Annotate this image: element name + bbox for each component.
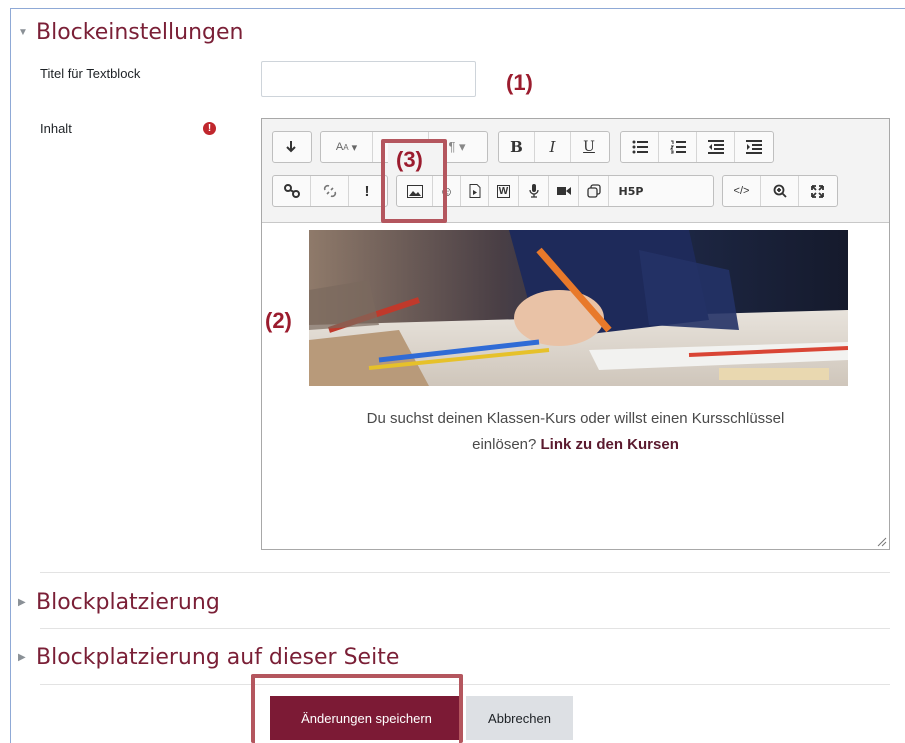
editor-toolbar: AA ▾ ▾ ¶ ▾ B I U: [262, 119, 889, 223]
annotation-2: (2): [265, 308, 292, 333]
numbered-list-icon[interactable]: [659, 132, 697, 162]
microphone-icon[interactable]: [519, 176, 549, 206]
expand-triangle-icon: ▶: [18, 652, 26, 663]
link-icon[interactable]: [273, 176, 311, 206]
save-button[interactable]: Änderungen speichern: [270, 696, 463, 740]
outdent-icon[interactable]: [697, 132, 735, 162]
toolbar-group-text-style: B I U: [498, 131, 610, 163]
copy-icon[interactable]: [579, 176, 609, 206]
toolbar-group-lists: [620, 131, 774, 163]
toolbar-group-collapse: [272, 131, 312, 163]
courses-link[interactable]: Link zu den Kursen: [541, 436, 679, 453]
content-text: Du suchst deinen Klassen-Kurs oder wills…: [262, 406, 889, 458]
page-frame-left: [10, 8, 11, 743]
html-icon[interactable]: </>: [723, 176, 761, 206]
annotation-1: (1): [506, 70, 533, 95]
section-blockplatzierung[interactable]: ▶ Blockplatzierung: [18, 590, 220, 615]
section-divider: [40, 572, 890, 573]
text-editor: AA ▾ ▾ ¶ ▾ B I U: [261, 118, 890, 550]
title-input[interactable]: [261, 61, 476, 97]
zoom-icon[interactable]: [761, 176, 799, 206]
section-blockeinstellungen[interactable]: ▼ Blockeinstellungen: [18, 20, 244, 45]
section-title: Blockeinstellungen: [36, 20, 244, 45]
image-icon[interactable]: [397, 176, 433, 206]
content-text-line2: einlösen? Link zu den Kursen: [262, 432, 889, 458]
section-divider: [40, 684, 890, 685]
font-color-icon[interactable]: AA ▾: [321, 132, 373, 162]
toolbar-group-links: !: [272, 175, 388, 207]
toolbar-group-media: ☺ W H5P: [396, 175, 714, 207]
indent-icon[interactable]: [735, 132, 773, 162]
required-icon: !: [203, 122, 216, 135]
editor-content-area[interactable]: Du suchst deinen Klassen-Kurs oder wills…: [262, 223, 889, 549]
word-import-icon[interactable]: W: [489, 176, 519, 206]
bullet-list-icon[interactable]: [621, 132, 659, 162]
resize-grip-icon[interactable]: [875, 535, 887, 547]
content-text-line2-prefix: einlösen?: [472, 436, 537, 453]
italic-icon[interactable]: I: [535, 132, 571, 162]
media-icon[interactable]: [461, 176, 489, 206]
content-text-line1: Du suchst deinen Klassen-Kurs oder wills…: [366, 410, 785, 427]
page-frame-top: [10, 8, 905, 9]
expand-triangle-icon: ▶: [18, 597, 26, 608]
collapse-toolbar-icon[interactable]: [273, 132, 309, 162]
h5p-icon[interactable]: H5P: [609, 176, 653, 206]
section-blockplatzierung-seite[interactable]: ▶ Blockplatzierung auf dieser Seite: [18, 645, 399, 670]
cancel-button[interactable]: Abbrechen: [466, 696, 573, 740]
annotation-3: (3): [396, 147, 423, 172]
bold-icon[interactable]: B: [499, 132, 535, 162]
content-label: Inhalt: [40, 121, 72, 136]
classroom-photo: [309, 230, 848, 386]
title-label: Titel für Textblock: [40, 66, 141, 81]
section-title: Blockplatzierung: [36, 590, 220, 615]
toolbar-group-view: </>: [722, 175, 838, 207]
section-divider: [40, 628, 890, 629]
collapse-triangle-icon: ▼: [18, 27, 28, 38]
smiley-icon[interactable]: ☺: [433, 176, 461, 206]
section-title: Blockplatzierung auf dieser Seite: [36, 645, 400, 670]
fullscreen-icon[interactable]: [799, 176, 835, 206]
emoticon-icon[interactable]: !: [349, 176, 385, 206]
unlink-icon[interactable]: [311, 176, 349, 206]
video-icon[interactable]: [549, 176, 579, 206]
underline-icon[interactable]: U: [571, 132, 607, 162]
